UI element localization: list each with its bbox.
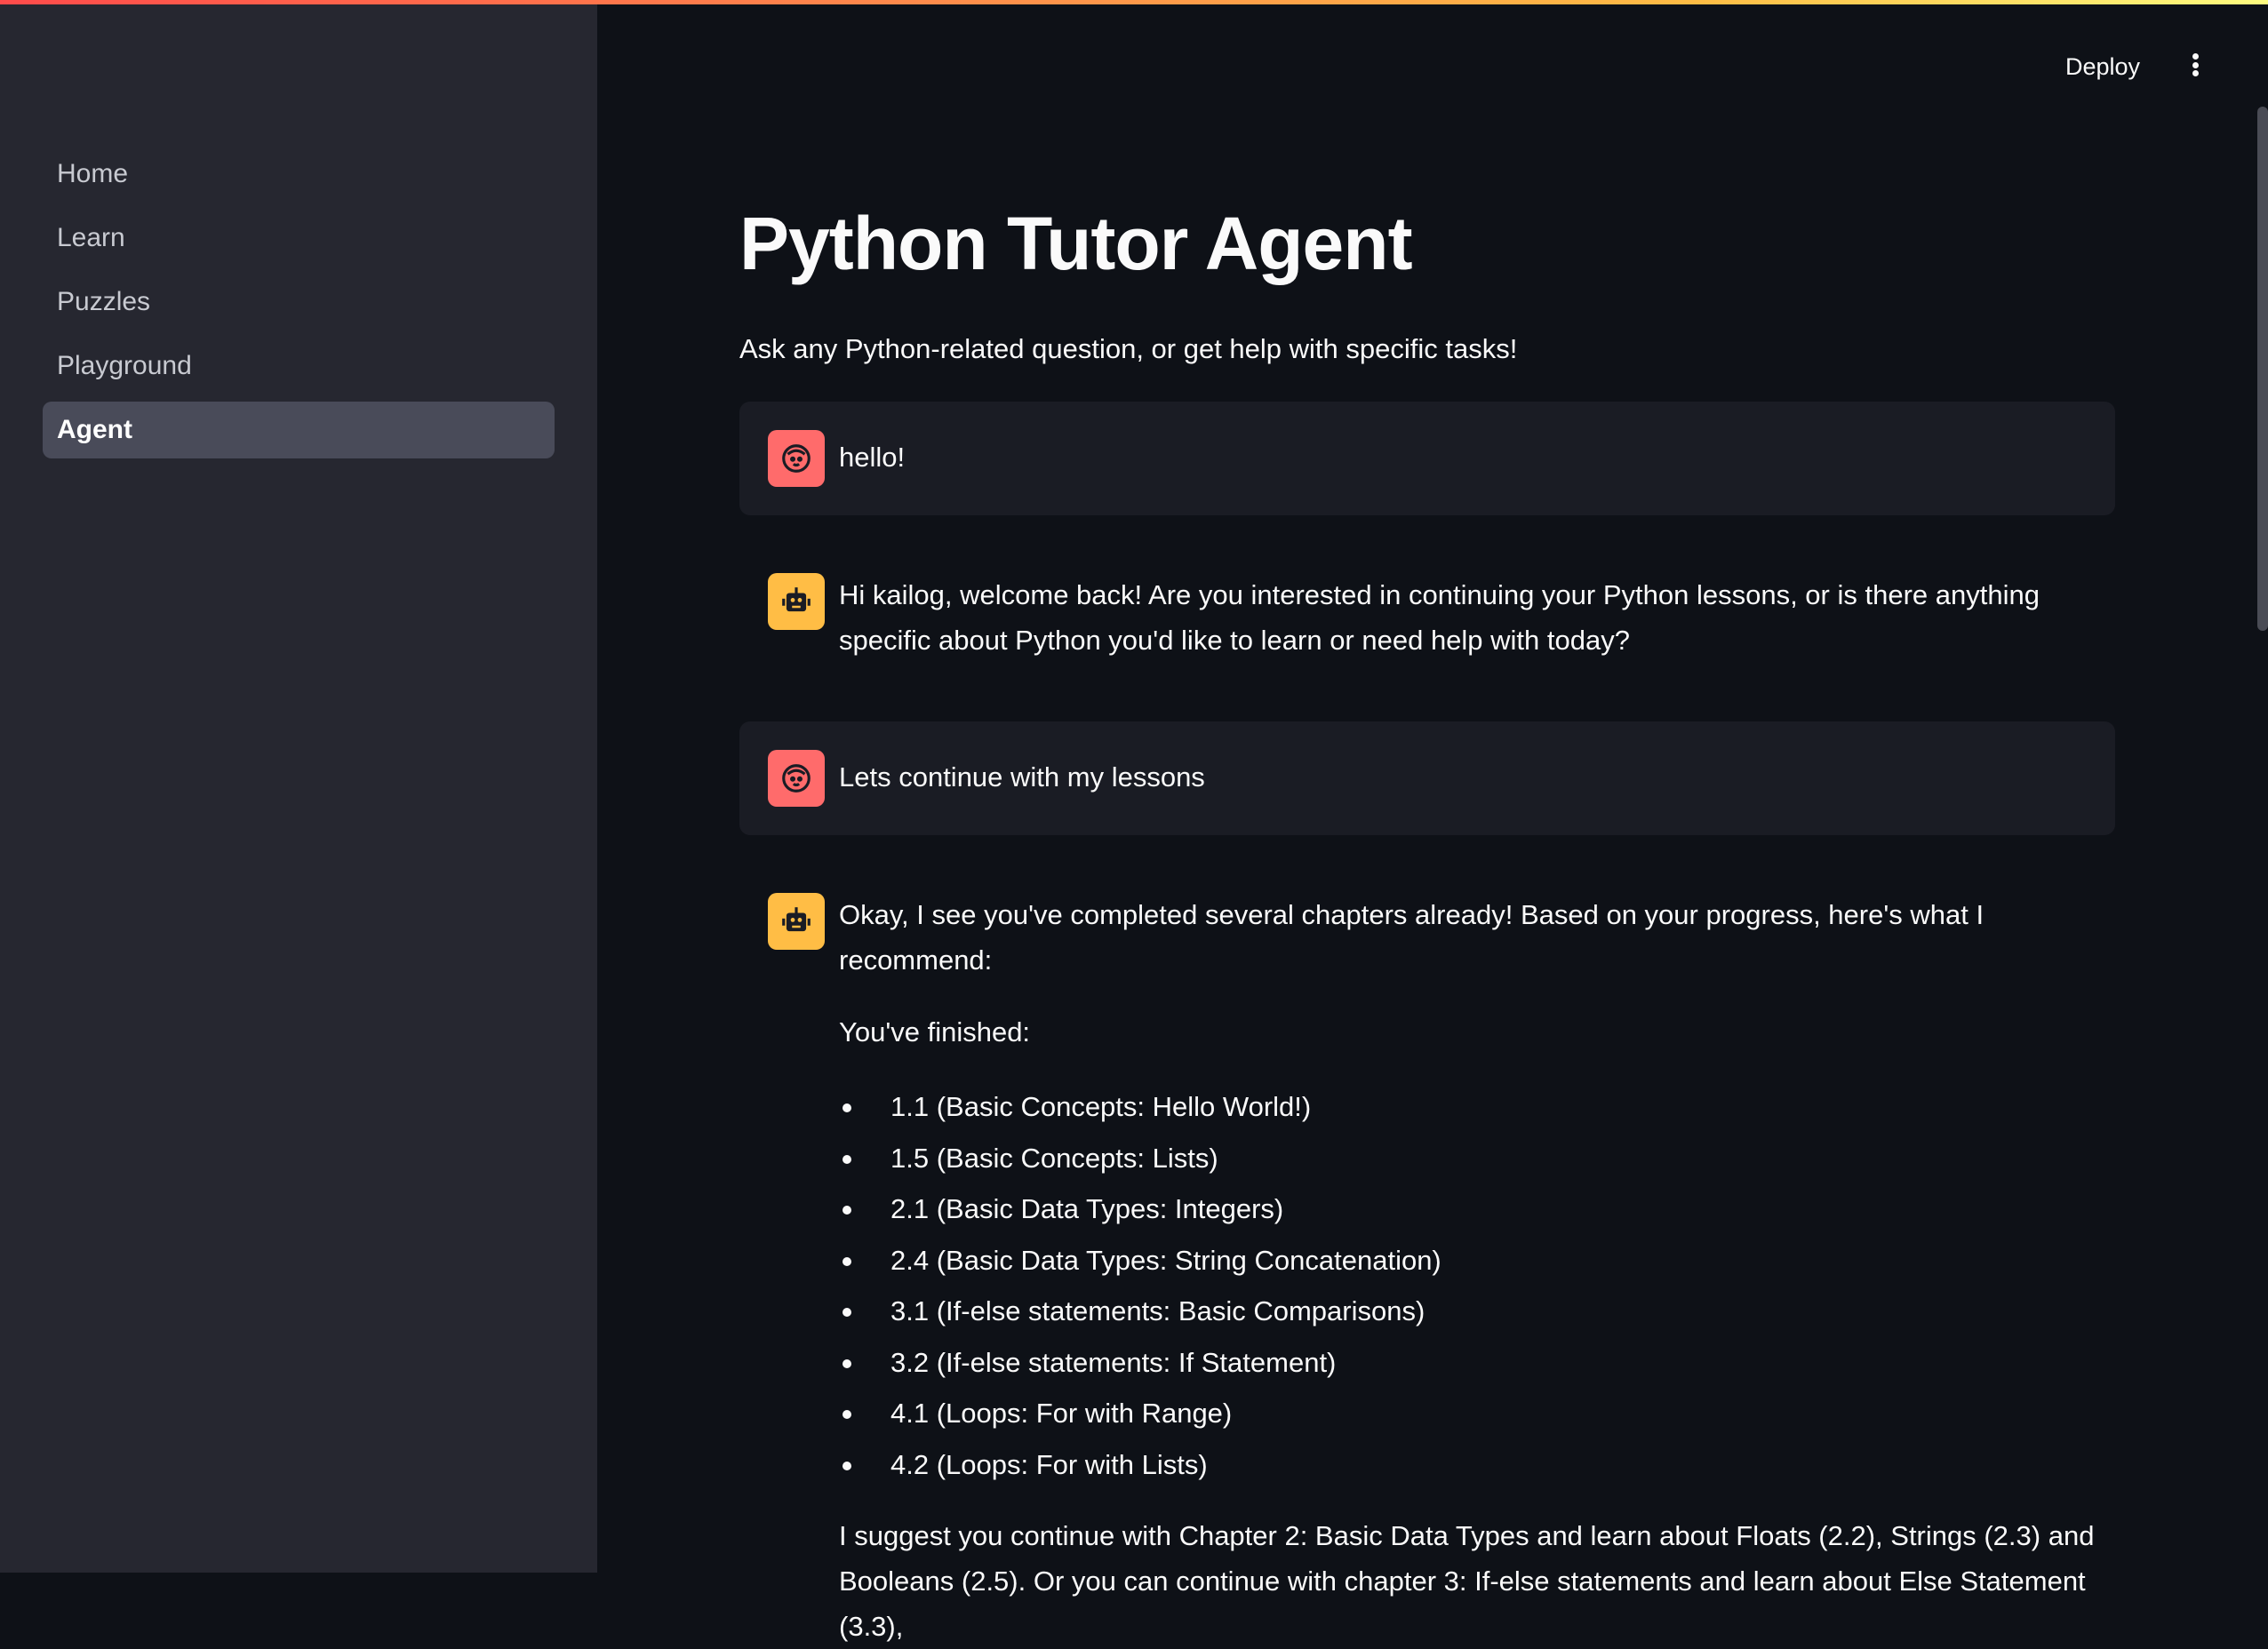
message-body: Okay, I see you've completed several cha… — [839, 892, 2101, 1649]
page-title: Python Tutor Agent — [739, 202, 1413, 285]
list-item: 2.1 (Basic Data Types: Integers) — [839, 1183, 2101, 1235]
sidebar-item-learn[interactable]: Learn — [43, 210, 555, 267]
sidebar-item-agent[interactable]: Agent — [43, 402, 555, 458]
message-intro: Okay, I see you've completed several cha… — [839, 899, 1984, 976]
list-item: 3.2 (If-else statements: If Statement) — [839, 1337, 2101, 1389]
page-subtitle: Ask any Python-related question, or get … — [739, 333, 1518, 364]
chat-message-assistant: Hi kailog, welcome back! Are you interes… — [739, 551, 2115, 684]
robot-icon — [768, 893, 825, 950]
sidebar-nav: Home Learn Puzzles Playground Agent — [43, 146, 555, 466]
kebab-menu-icon[interactable] — [2184, 50, 2206, 80]
finished-chapters-list: 1.1 (Basic Concepts: Hello World!) 1.5 (… — [839, 1081, 2101, 1490]
chat-message-user: Lets continue with my lessons — [739, 721, 2115, 835]
list-item: 1.5 (Basic Concepts: Lists) — [839, 1133, 2101, 1184]
chat-message-user: hello! — [739, 402, 2115, 515]
list-item: 1.1 (Basic Concepts: Hello World!) — [839, 1081, 2101, 1133]
sidebar-item-home[interactable]: Home — [43, 146, 555, 203]
top-decoration-bar — [0, 0, 2268, 4]
main-content: Deploy Python Tutor Agent Ask any Python… — [597, 0, 2268, 1642]
message-text: Hi kailog, welcome back! Are you interes… — [839, 579, 2040, 656]
scrollbar[interactable] — [2257, 107, 2268, 631]
message-suggestion: I suggest you continue with Chapter 2: B… — [839, 1520, 2095, 1642]
list-item: 4.2 (Loops: For with Lists) — [839, 1439, 2101, 1491]
sidebar: Home Learn Puzzles Playground Agent — [0, 0, 597, 1573]
finished-label: You've finished: — [839, 1016, 1031, 1048]
list-item: 3.1 (If-else statements: Basic Compariso… — [839, 1286, 2101, 1337]
message-text: Lets continue with my lessons — [839, 761, 1205, 793]
sidebar-item-puzzles[interactable]: Puzzles — [43, 274, 555, 331]
user-face-icon — [768, 430, 825, 487]
deploy-button[interactable]: Deploy — [2053, 46, 2152, 88]
message-text: hello! — [839, 442, 906, 473]
chat-message-assistant: Okay, I see you've completed several cha… — [739, 871, 2115, 1642]
list-item: 4.1 (Loops: For with Range) — [839, 1388, 2101, 1439]
sidebar-item-playground[interactable]: Playground — [43, 338, 555, 394]
list-item: 2.4 (Basic Data Types: String Concatenat… — [839, 1235, 2101, 1287]
user-face-icon — [768, 750, 825, 807]
robot-icon — [768, 573, 825, 630]
